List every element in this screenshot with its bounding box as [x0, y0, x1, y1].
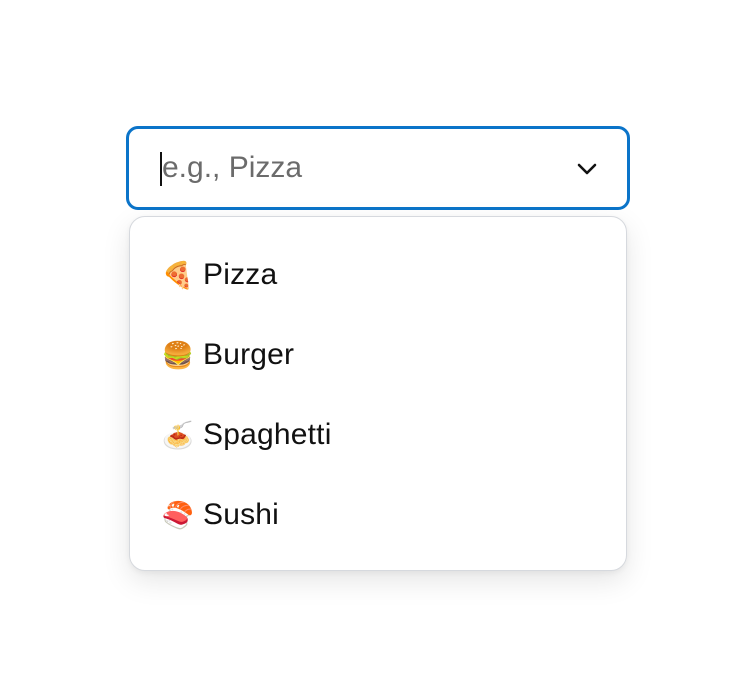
sushi-icon: 🍣 [161, 500, 195, 530]
option-pizza[interactable]: 🍕 Pizza [130, 235, 626, 315]
pizza-icon: 🍕 [161, 260, 195, 290]
food-search-input[interactable] [162, 129, 557, 207]
food-options-listbox: 🍕 Pizza 🍔 Burger 🍝 Spaghetti 🍣 Sushi [129, 216, 627, 571]
option-label: Burger [203, 338, 295, 371]
option-sushi[interactable]: 🍣 Sushi [130, 475, 626, 555]
option-spaghetti[interactable]: 🍝 Spaghetti [130, 395, 626, 475]
spaghetti-icon: 🍝 [161, 420, 195, 450]
option-burger[interactable]: 🍔 Burger [130, 315, 626, 395]
option-label: Sushi [203, 498, 280, 531]
option-label: Spaghetti [203, 418, 332, 451]
food-combobox[interactable] [126, 126, 630, 210]
chevron-down-icon[interactable] [575, 157, 599, 181]
option-label: Pizza [203, 258, 278, 291]
burger-icon: 🍔 [161, 340, 195, 370]
